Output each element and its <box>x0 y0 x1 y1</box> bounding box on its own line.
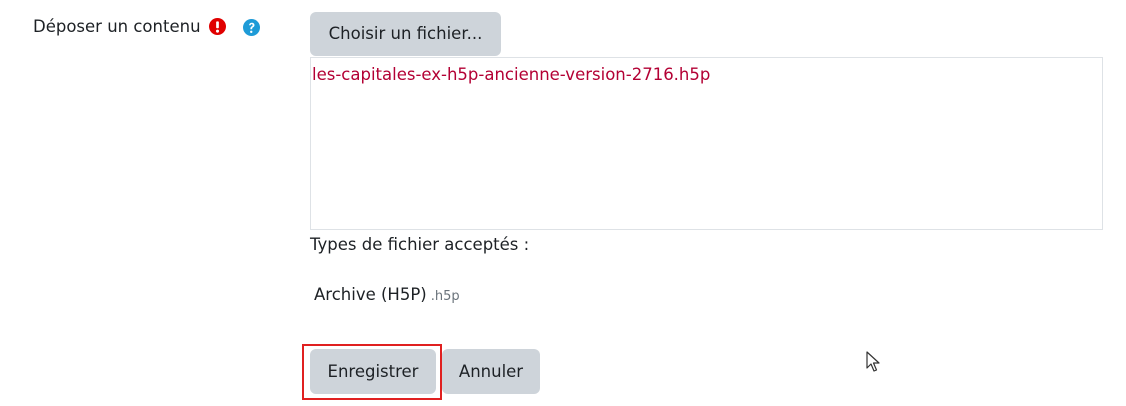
choose-file-button[interactable]: Choisir un fichier... <box>310 12 501 56</box>
help-question-icon[interactable] <box>243 19 260 36</box>
save-button[interactable]: Enregistrer <box>310 349 436 394</box>
cancel-button[interactable]: Annuler <box>442 349 540 394</box>
selected-file-name[interactable]: les-capitales-ex-h5p-ancienne-version-27… <box>312 63 710 87</box>
accepted-file-types-title: Types de fichier acceptés : <box>310 235 530 254</box>
mouse-pointer-icon <box>866 351 880 372</box>
accepted-file-type-label: Archive (H5P) <box>314 285 427 304</box>
accepted-file-type-extension: .h5p <box>430 289 460 304</box>
required-exclamation-icon <box>209 18 226 35</box>
accepted-file-type-item: Archive (H5P) .h5p <box>314 283 460 309</box>
field-label: Déposer un contenu <box>33 17 201 36</box>
file-dropzone[interactable]: les-capitales-ex-h5p-ancienne-version-27… <box>310 57 1103 230</box>
